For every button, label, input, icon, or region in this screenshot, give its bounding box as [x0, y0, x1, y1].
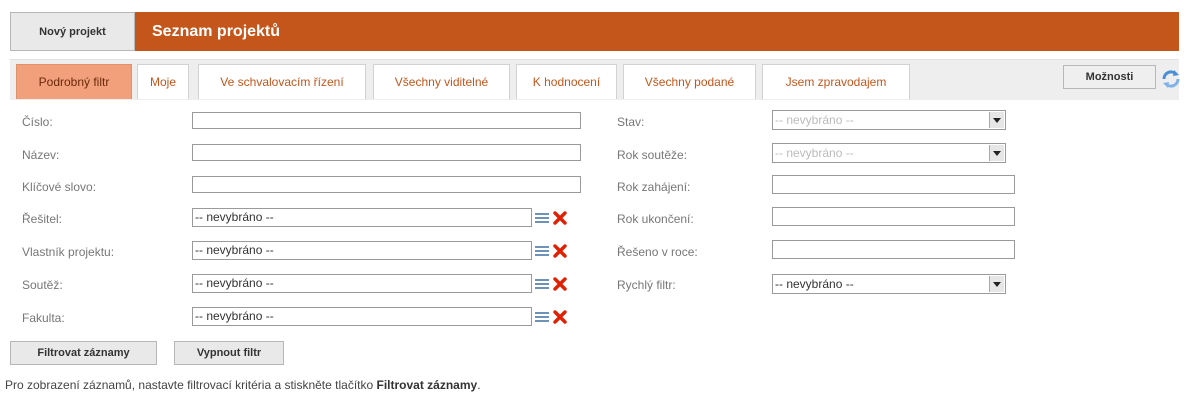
label-faculty: Fakulta: [22, 311, 65, 325]
chevron-down-icon [989, 145, 1004, 161]
info-text-after: . [477, 378, 481, 392]
disable-filter-button[interactable]: Vypnout filtr [174, 341, 284, 365]
page-title: Seznam projektů [135, 12, 1179, 51]
label-competition-year: Rok soutěže: [617, 148, 688, 162]
label-name: Název: [22, 148, 60, 162]
label-end-year: Rok ukončení: [617, 212, 694, 226]
name-input[interactable] [192, 144, 581, 161]
label-quick-filter: Rychlý filtr: [617, 278, 676, 292]
info-text: Pro zobrazení záznamů, nastavte filtrova… [5, 378, 481, 392]
faculty-picker[interactable]: -- nevybráno -- [192, 307, 532, 326]
options-button[interactable]: Možnosti [1063, 65, 1156, 89]
quick-filter-select-value: -- nevybráno -- [775, 277, 854, 291]
competition-year-select[interactable]: -- nevybráno -- [772, 143, 1006, 163]
state-select[interactable]: -- nevybráno -- [772, 110, 1006, 130]
competition-picker[interactable]: -- nevybráno -- [192, 274, 532, 293]
tab-to-evaluate[interactable]: K hodnocení [516, 64, 617, 99]
solved-in-year-input[interactable] [772, 240, 1015, 259]
competition-year-select-value: -- nevybráno -- [775, 146, 854, 160]
info-text-before: Pro zobrazení záznamů, nastavte filtrova… [5, 378, 377, 392]
chevron-down-icon [989, 276, 1004, 292]
tab-all-submitted[interactable]: Všechny podané [623, 64, 756, 99]
keyword-input[interactable] [192, 176, 581, 193]
delete-icon[interactable] [553, 310, 567, 324]
list-icon[interactable] [535, 278, 549, 290]
owner-picker[interactable]: -- nevybráno -- [192, 241, 532, 260]
number-input[interactable] [192, 112, 581, 129]
tab-detailed-filter[interactable]: Podrobný filtr [16, 64, 132, 99]
new-project-button[interactable]: Nový projekt [10, 12, 135, 51]
chevron-down-icon [989, 112, 1004, 128]
tab-mine[interactable]: Moje [137, 64, 189, 99]
tab-in-approval[interactable]: Ve schvalovacím řízení [198, 64, 366, 99]
label-keyword: Klíčové slovo: [22, 180, 97, 194]
label-state: Stav: [617, 115, 645, 129]
start-year-input[interactable] [772, 175, 1015, 194]
list-icon[interactable] [535, 212, 549, 224]
info-button-ref: Filtrovat záznamy [376, 378, 478, 392]
list-icon[interactable] [535, 245, 549, 257]
refresh-icon[interactable] [1160, 68, 1182, 90]
tab-all-visible[interactable]: Všechny viditelné [373, 64, 510, 99]
delete-icon[interactable] [553, 211, 567, 225]
tab-rapporteur[interactable]: Jsem zpravodajem [762, 64, 910, 99]
delete-icon[interactable] [553, 277, 567, 291]
list-icon[interactable] [535, 311, 549, 323]
label-owner: Vlastník projektu: [22, 245, 115, 259]
solver-picker[interactable]: -- nevybráno -- [192, 208, 532, 227]
state-select-value: -- nevybráno -- [775, 113, 854, 127]
quick-filter-select[interactable]: -- nevybráno -- [772, 274, 1006, 294]
delete-icon[interactable] [553, 244, 567, 258]
filter-records-button[interactable]: Filtrovat záznamy [10, 341, 157, 365]
label-start-year: Rok zahájení: [617, 180, 691, 194]
label-number: Číslo: [22, 115, 53, 129]
label-solver: Řešitel: [22, 212, 63, 226]
end-year-input[interactable] [772, 207, 1015, 226]
label-competition: Soutěž: [22, 278, 63, 292]
label-solved-in-year: Řešeno v roce: [617, 245, 698, 259]
